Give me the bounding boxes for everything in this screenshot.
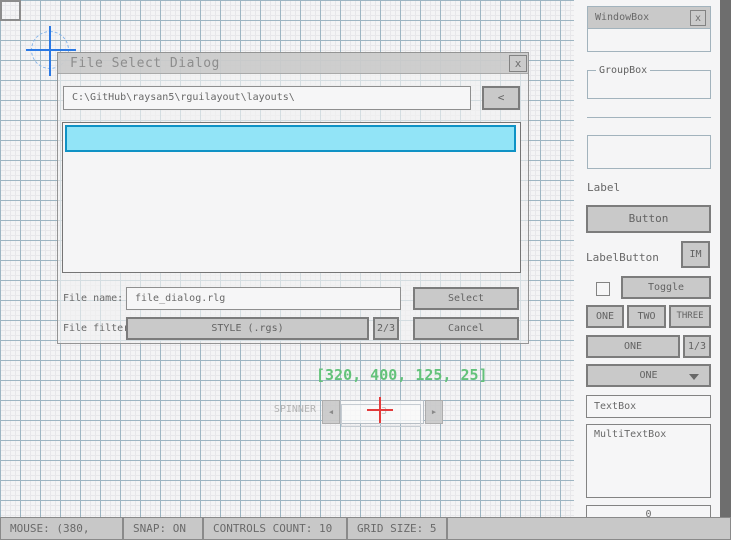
placement-rect-readout: [320, 400, 125, 25]: [316, 366, 516, 384]
palette-checkbox[interactable]: [596, 282, 610, 296]
path-back-button[interactable]: <: [482, 86, 520, 110]
file-name-label: File name:: [63, 287, 123, 310]
palette-textbox[interactable]: TextBox: [586, 395, 711, 418]
spinner-left-arrow-icon[interactable]: ◀: [322, 400, 340, 424]
dialog-titlebar[interactable]: File Select Dialog: [58, 53, 528, 74]
palette-windowbox[interactable]: WindowBox x: [587, 6, 711, 52]
palette-groupbox[interactable]: GroupBox: [587, 70, 711, 99]
file-filter-counter[interactable]: 2/3: [373, 317, 399, 340]
palette-label[interactable]: Label: [587, 181, 620, 194]
spinner-type-label: SPINNER: [250, 404, 316, 415]
palette-multitextbox[interactable]: MultiTextBox: [586, 424, 711, 498]
file-name-input[interactable]: file_dialog.rlg: [126, 287, 401, 310]
palette-toggle[interactable]: Toggle: [621, 276, 711, 299]
anchor-crosshair-h-icon: [26, 49, 76, 51]
listview-selected-item[interactable]: [65, 125, 516, 152]
status-controls-count: CONTROLS COUNT: 10: [203, 517, 347, 540]
palette-line[interactable]: [587, 117, 711, 118]
cancel-button[interactable]: Cancel: [413, 317, 519, 340]
dropdownbox-value: ONE: [639, 370, 657, 381]
status-empty: [447, 517, 731, 540]
file-listview[interactable]: [62, 122, 521, 273]
status-grid-size[interactable]: GRID SIZE: 5: [347, 517, 447, 540]
dialog-title: File Select Dialog: [70, 53, 220, 74]
palette-combobox[interactable]: ONE: [586, 335, 680, 358]
file-select-dialog[interactable]: File Select Dialog x C:\GitHub\raysan5\r…: [57, 52, 529, 344]
palette-imagebutton[interactable]: IM: [681, 241, 710, 268]
palette-button[interactable]: Button: [586, 205, 711, 233]
palette-togglegroup-two[interactable]: TWO: [627, 305, 666, 328]
windowbox-close-icon: x: [690, 10, 706, 26]
ref-square: [0, 0, 21, 21]
palette-combobox-counter[interactable]: 1/3: [683, 335, 711, 358]
palette-togglegroup-one[interactable]: ONE: [586, 305, 624, 328]
path-textbox[interactable]: C:\GitHub\raysan5\rguilayout\layouts\: [63, 86, 471, 110]
spinner-value: 3: [381, 406, 387, 417]
status-bar: MOUSE: (380, 410) SNAP: ON CONTROLS COUN…: [0, 517, 731, 540]
status-snap[interactable]: SNAP: ON: [123, 517, 203, 540]
palette-panel[interactable]: [587, 135, 711, 169]
palette-togglegroup-three[interactable]: THREE: [669, 305, 711, 328]
mouse-crosshair-v-icon: [379, 397, 381, 423]
chevron-down-icon: [689, 374, 699, 380]
groupbox-label: GroupBox: [596, 65, 650, 76]
status-mouse: MOUSE: (380, 410): [0, 517, 123, 540]
file-filter-label: File filter:: [63, 317, 135, 340]
close-icon[interactable]: x: [509, 55, 527, 72]
window-edge-strip: [720, 0, 731, 517]
palette-dropdownbox[interactable]: ONE: [586, 364, 711, 387]
select-button[interactable]: Select: [413, 287, 519, 310]
controls-palette: WindowBox x GroupBox Label Button LabelB…: [574, 0, 720, 517]
spinner-right-arrow-icon[interactable]: ▶: [425, 400, 443, 424]
palette-labelbutton[interactable]: LabelButton: [586, 248, 659, 268]
file-filter-combobox[interactable]: STYLE (.rgs): [126, 317, 369, 340]
anchor-crosshair-v-icon: [49, 26, 51, 76]
